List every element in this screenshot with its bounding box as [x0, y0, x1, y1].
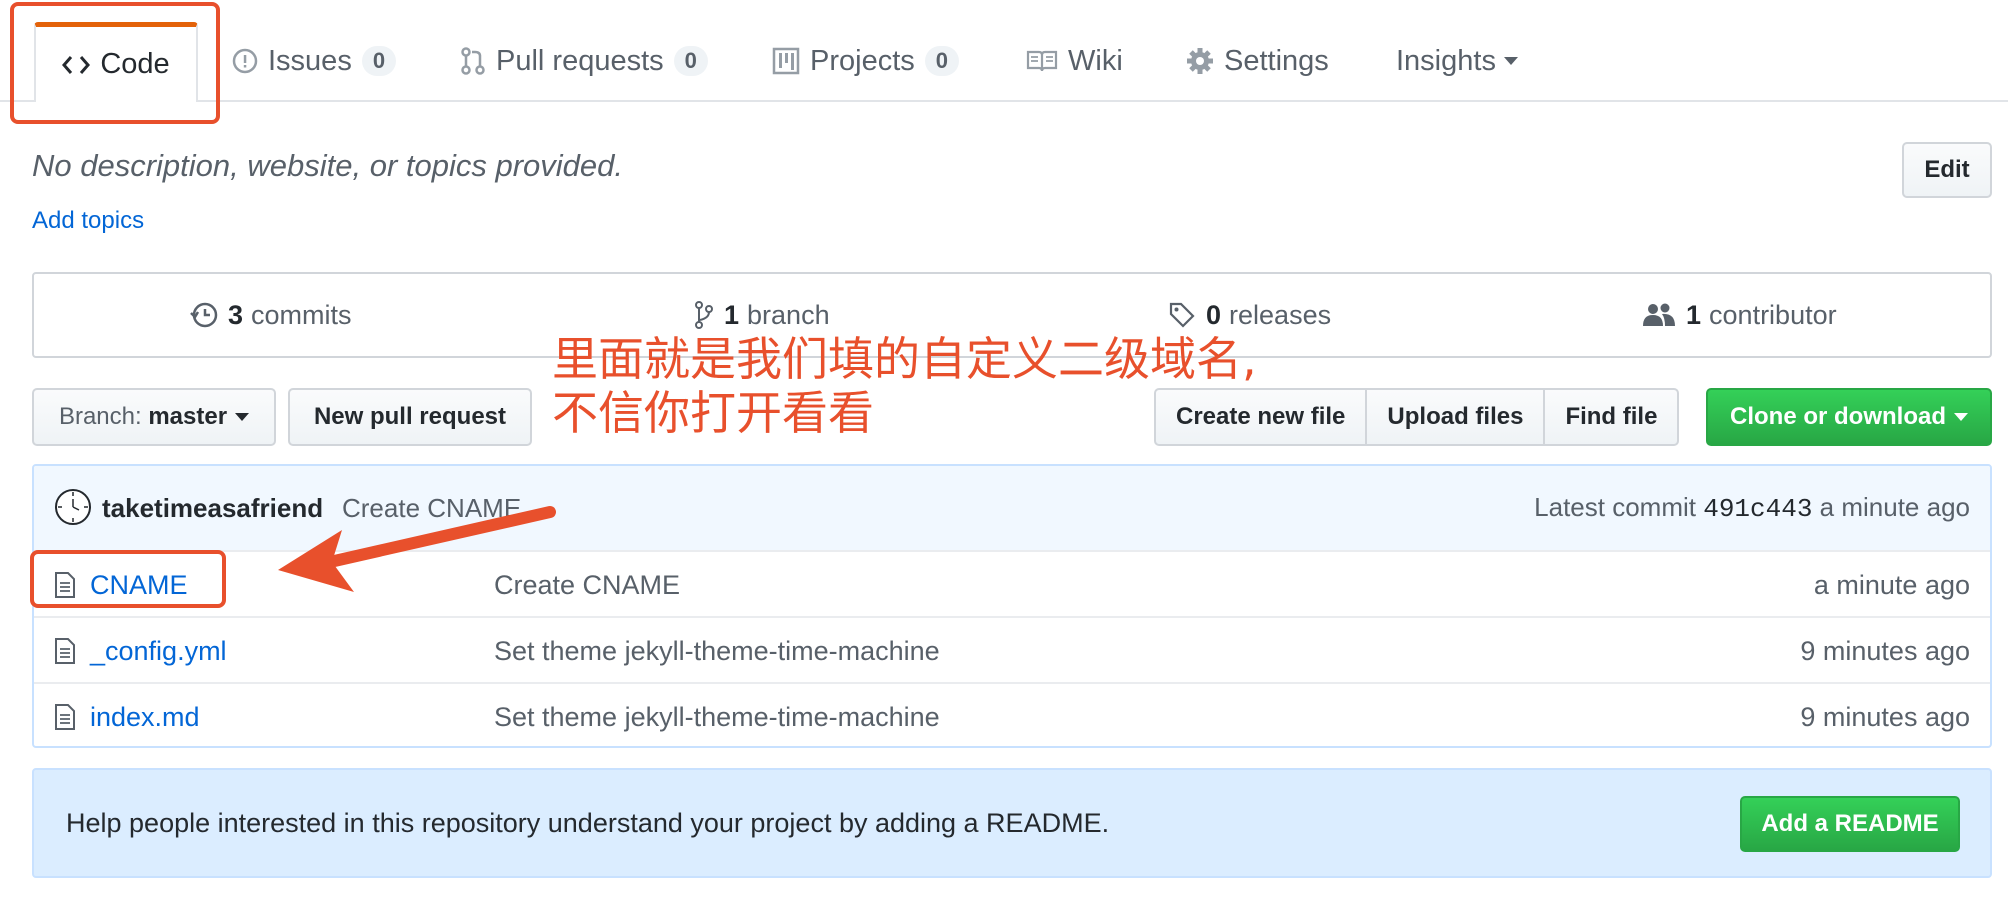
releases-count: 0: [1206, 299, 1222, 330]
file-commit-message[interactable]: Set theme jekyll-theme-time-machine: [494, 636, 940, 667]
tab-issues-label: Issues: [268, 44, 352, 77]
file-commit-message[interactable]: Set theme jekyll-theme-time-machine: [494, 702, 940, 733]
commits-count: 3: [228, 299, 244, 330]
tab-projects[interactable]: Projects 0: [772, 22, 960, 100]
table-row: _config.yml Set theme jekyll-theme-time-…: [34, 616, 1990, 684]
tab-settings-label: Settings: [1224, 44, 1329, 77]
file-age: 9 minutes ago: [1800, 635, 1970, 666]
releases-label: releases: [1229, 299, 1332, 330]
readme-prompt: Help people interested in this repositor…: [32, 768, 1992, 878]
annotation-highlight-cname: [30, 550, 226, 608]
chevron-down-icon: [1503, 57, 1518, 65]
branch-icon: [695, 301, 713, 329]
annotation-line-1: 里面就是我们填的自定义二级域名,: [552, 332, 1257, 386]
commit-sha-link[interactable]: 491c443: [1703, 494, 1812, 524]
branches-label: branch: [747, 299, 830, 330]
issue-icon: [232, 48, 258, 74]
table-row: index.md Set theme jekyll-theme-time-mac…: [34, 682, 1990, 746]
find-file-button[interactable]: Find file: [1543, 388, 1680, 446]
history-icon: [190, 302, 218, 328]
branch-select-button[interactable]: Branch: master: [32, 388, 276, 446]
commits-label: commits: [251, 299, 352, 330]
file-age: a minute ago: [1813, 569, 1970, 600]
upload-files-button[interactable]: Upload files: [1365, 388, 1546, 446]
file-name-link[interactable]: _config.yml: [90, 636, 227, 667]
file-name-link[interactable]: index.md: [90, 702, 200, 733]
new-pull-request-button[interactable]: New pull request: [288, 388, 532, 446]
summary-commits[interactable]: 3 commits: [190, 274, 352, 356]
tab-pull-requests[interactable]: Pull requests 0: [460, 22, 708, 100]
contributors-count: 1: [1686, 299, 1702, 330]
latest-commit-info: Latest commit 491c443 a minute ago: [1534, 492, 1970, 524]
projects-counter: 0: [924, 46, 960, 76]
file-icon: [55, 638, 75, 664]
tab-settings[interactable]: Settings: [1186, 22, 1329, 100]
tab-insights-label: Insights: [1396, 44, 1496, 77]
tab-pull-requests-label: Pull requests: [496, 44, 664, 77]
avatar[interactable]: [54, 488, 92, 526]
annotation-line-2: 不信你打开看看: [552, 386, 874, 440]
summary-contributors[interactable]: 1 contributor: [1642, 274, 1837, 356]
repo-description: No description, website, or topics provi…: [32, 148, 624, 183]
issues-counter: 0: [361, 46, 397, 76]
tab-wiki[interactable]: Wiki: [1026, 22, 1123, 100]
clone-or-download-button[interactable]: Clone or download: [1706, 388, 1992, 446]
readme-prompt-text: Help people interested in this repositor…: [66, 808, 1110, 838]
tab-projects-label: Projects: [810, 44, 915, 77]
tab-wiki-label: Wiki: [1068, 44, 1123, 77]
chevron-down-icon: [235, 413, 250, 421]
pulls-counter: 0: [673, 46, 708, 76]
annotation-text: 里面就是我们填的自定义二级域名, 不信你打开看看: [552, 332, 1257, 440]
gear-icon: [1187, 48, 1213, 74]
repo-nav: Code Issues 0 Pull requests 0 Projects 0…: [0, 0, 2008, 102]
pull-request-icon: [461, 47, 485, 75]
tab-insights[interactable]: Insights: [1396, 22, 1518, 100]
latest-commit-prefix: Latest commit: [1534, 492, 1696, 522]
annotation-highlight-code-tab: [10, 2, 220, 124]
tag-icon: [1169, 302, 1195, 328]
annotation-arrow-icon: [278, 506, 556, 592]
people-icon: [1643, 303, 1675, 326]
tab-issues[interactable]: Issues 0: [232, 22, 397, 100]
clone-label: Clone or download: [1730, 403, 1946, 430]
add-readme-button[interactable]: Add a README: [1740, 796, 1960, 852]
chevron-down-icon: [1954, 413, 1968, 421]
branch-name: master: [148, 403, 228, 430]
add-topics-link[interactable]: Add topics: [32, 207, 144, 235]
branches-count: 1: [724, 299, 740, 330]
book-icon: [1026, 50, 1058, 72]
contributors-label: contributor: [1709, 299, 1837, 330]
edit-button[interactable]: Edit: [1902, 142, 1992, 198]
file-age: 9 minutes ago: [1800, 701, 1970, 732]
commit-age: a minute ago: [1819, 492, 1970, 522]
project-icon: [772, 47, 800, 75]
branch-prefix: Branch:: [58, 403, 142, 430]
file-icon: [55, 704, 75, 730]
